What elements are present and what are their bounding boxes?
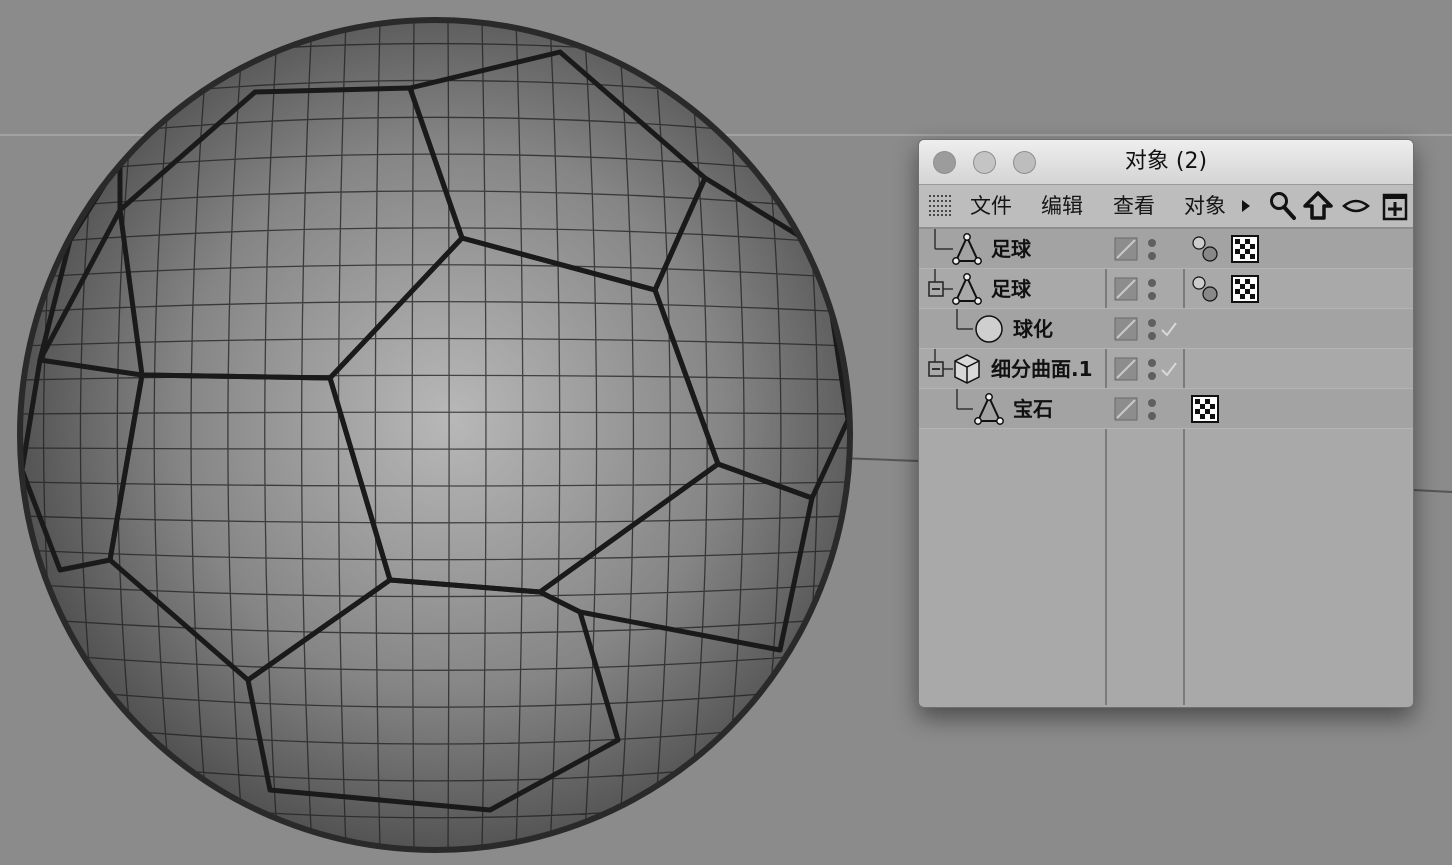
enabled-check-icon[interactable] xyxy=(1160,360,1178,378)
object-name[interactable]: 足球 xyxy=(991,229,1031,269)
menu-view[interactable]: 查看 xyxy=(1113,185,1155,227)
polygon-object-icon[interactable] xyxy=(951,229,983,269)
object-name[interactable]: 球化 xyxy=(1013,309,1053,349)
visibility-dots-icon[interactable] xyxy=(1147,315,1157,345)
material-tag-icon[interactable] xyxy=(1231,235,1259,263)
window-titlebar[interactable]: 对象 (2) xyxy=(919,140,1413,185)
object-row[interactable]: 足球 xyxy=(919,229,1413,269)
object-name[interactable]: 细分曲面.1 xyxy=(991,349,1093,389)
layer-edit-icon[interactable] xyxy=(1114,357,1138,381)
layer-edit-icon[interactable] xyxy=(1114,277,1138,301)
visibility-dots-icon[interactable] xyxy=(1147,395,1157,425)
polygon-object-icon[interactable] xyxy=(951,269,983,309)
object-name[interactable]: 足球 xyxy=(991,269,1031,309)
soccer-ball[interactable] xyxy=(20,20,850,850)
object-row[interactable]: 细分曲面.1 xyxy=(919,349,1413,389)
collapse-toggle-icon[interactable] xyxy=(927,349,947,389)
object-list: 足球 足球 球化 细分曲面.1 宝石 xyxy=(919,229,1413,707)
layer-edit-icon[interactable] xyxy=(1114,237,1138,261)
collapse-toggle-icon[interactable] xyxy=(927,269,947,309)
tree-connector xyxy=(956,309,973,330)
menu-bar: 文件 编辑 查看 对象 xyxy=(919,185,1413,229)
object-manager-window[interactable]: 对象 (2) 文件 编辑 查看 对象 足球 足球 球化 细分曲面.1 宝石 xyxy=(918,139,1414,708)
eye-icon[interactable] xyxy=(1342,191,1370,221)
axis-line-right xyxy=(1412,489,1452,493)
triangle-right-icon[interactable] xyxy=(1241,199,1251,213)
visibility-dots-icon[interactable] xyxy=(1147,235,1157,265)
object-row[interactable]: 球化 xyxy=(919,309,1413,349)
menu-file[interactable]: 文件 xyxy=(970,185,1012,227)
layer-edit-icon[interactable] xyxy=(1114,317,1138,341)
search-icon[interactable] xyxy=(1269,191,1297,221)
spherify-icon[interactable] xyxy=(973,309,1005,349)
menu-object[interactable]: 对象 xyxy=(1184,185,1226,227)
object-row[interactable]: 宝石 xyxy=(919,389,1413,429)
object-row[interactable]: 足球 xyxy=(919,269,1413,309)
polygon-object-icon[interactable] xyxy=(973,389,1005,429)
layer-edit-icon[interactable] xyxy=(1114,397,1138,421)
grid-icon[interactable] xyxy=(929,194,951,216)
material-tag-icon[interactable] xyxy=(1231,275,1259,303)
window-title: 对象 (2) xyxy=(1124,149,1208,174)
enabled-check-icon[interactable] xyxy=(1160,320,1178,338)
tree-connector xyxy=(956,389,973,410)
phong-tag-icon[interactable] xyxy=(1191,235,1219,263)
visibility-dots-icon[interactable] xyxy=(1147,355,1157,385)
visibility-dots-icon[interactable] xyxy=(1147,275,1157,305)
subdivision-surface-icon[interactable] xyxy=(951,349,983,389)
object-name[interactable]: 宝石 xyxy=(1013,389,1053,429)
home-icon[interactable] xyxy=(1303,191,1333,221)
material-tag-icon[interactable] xyxy=(1191,395,1219,423)
menu-edit[interactable]: 编辑 xyxy=(1041,185,1083,227)
add-panel-icon[interactable] xyxy=(1382,191,1408,221)
phong-tag-icon[interactable] xyxy=(1191,275,1219,303)
row-separator xyxy=(919,428,1413,429)
